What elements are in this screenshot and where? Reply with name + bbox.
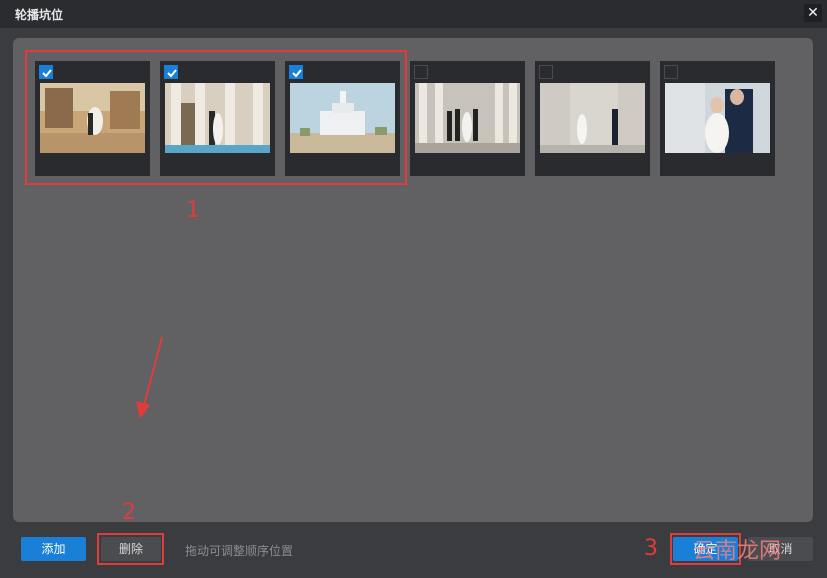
watermark: 云南龙网 (693, 539, 782, 564)
annotation-box-1 (25, 50, 407, 185)
thumbnail-6[interactable] (660, 61, 775, 176)
thumbnail-5-checkbox[interactable] (539, 65, 553, 79)
thumbnail-5[interactable] (535, 61, 650, 176)
annotation-label-1: 1 (186, 198, 200, 223)
close-button[interactable]: ✕ (804, 4, 822, 22)
annotation-arrow (136, 336, 163, 419)
close-icon: ✕ (807, 5, 819, 21)
thumbnail-5-image (540, 83, 645, 153)
annotation-label-3: 3 (644, 536, 658, 561)
title-bar: 轮播坑位 ✕ (0, 0, 827, 28)
thumbnail-4-checkbox[interactable] (414, 65, 428, 79)
thumbnail-4[interactable] (410, 61, 525, 176)
thumbnail-6-checkbox[interactable] (664, 65, 678, 79)
drag-hint-text: 拖动可调整顺序位置 (185, 544, 294, 558)
dialog-title: 轮播坑位 (15, 8, 64, 22)
add-button[interactable]: 添加 (21, 537, 86, 561)
thumbnail-4-image (415, 83, 520, 153)
annotation-label-2: 2 (122, 500, 136, 525)
delete-button[interactable]: 删除 (101, 537, 161, 561)
thumbnail-6-image (665, 83, 770, 153)
